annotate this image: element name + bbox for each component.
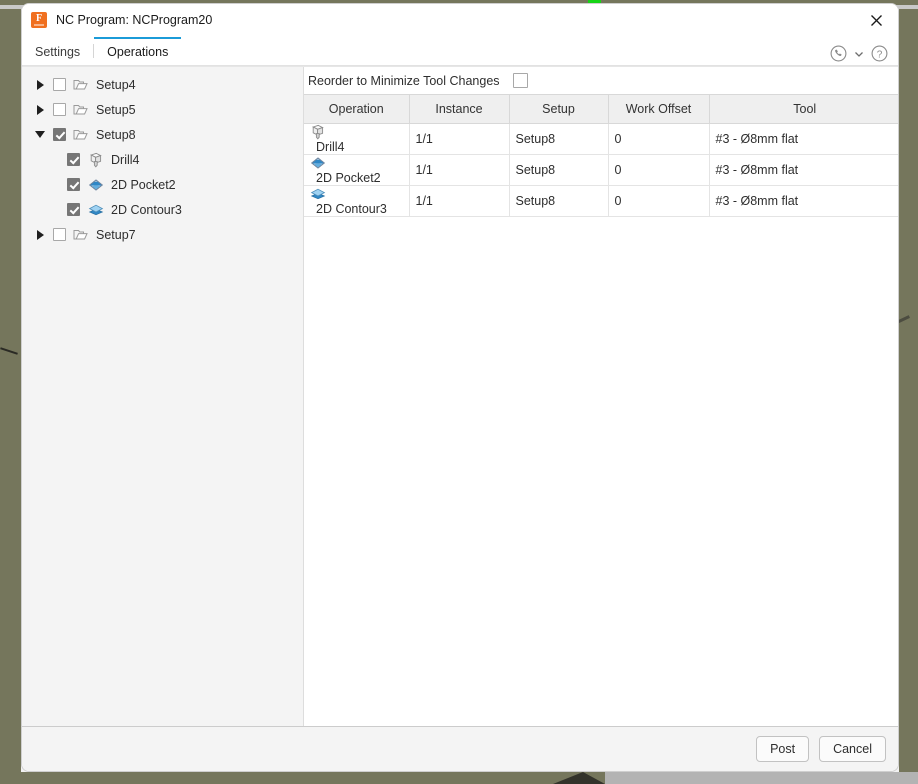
cell-operation: 2D Contour3 — [304, 185, 410, 217]
tab-strip: Settings Operations ? — [22, 36, 898, 66]
folder-icon — [73, 228, 89, 241]
post-button[interactable]: Post — [756, 736, 810, 762]
reorder-label: Reorder to Minimize Tool Changes — [308, 73, 500, 88]
tab-operations[interactable]: Operations — [94, 37, 182, 65]
chevron-down-icon[interactable] — [853, 48, 865, 60]
cell-setup: Setup8 — [509, 154, 609, 186]
tree-item-drill4[interactable]: Drill4 — [22, 147, 303, 172]
collapse-arrow-down-icon[interactable] — [32, 127, 48, 143]
cell-operation-label: 2D Pocket2 — [316, 171, 381, 185]
cell-operation-label: 2D Contour3 — [316, 202, 387, 216]
tree-item-setup5[interactable]: Setup5 — [22, 97, 303, 122]
table-row[interactable]: Drill4 1/1 Setup8 0 #3 - Ø8mm flat — [304, 123, 898, 155]
contour-icon — [88, 202, 104, 218]
expand-arrow-right-icon[interactable] — [32, 102, 48, 118]
cell-tool: #3 - Ø8mm flat — [709, 154, 898, 186]
cell-instance: 1/1 — [409, 154, 510, 186]
tree-checkbox[interactable] — [53, 228, 66, 241]
column-header-tool[interactable]: Tool — [709, 94, 898, 124]
close-icon — [870, 14, 882, 26]
tree-item-2d-pocket2[interactable]: 2D Pocket2 — [22, 172, 303, 197]
app-icon-letter: F — [35, 13, 43, 24]
close-button[interactable] — [854, 4, 898, 36]
cell-instance: 1/1 — [409, 123, 510, 155]
pocket-icon — [310, 155, 408, 171]
tree-checkbox[interactable] — [53, 128, 66, 141]
tab-settings[interactable]: Settings — [22, 37, 93, 65]
cell-instance: 1/1 — [409, 185, 510, 217]
cell-operation: 2D Pocket2 — [304, 154, 410, 186]
cell-operation-label: Drill4 — [316, 140, 345, 154]
desktop-background-left — [0, 0, 21, 784]
desktop-background-right — [899, 0, 918, 784]
contour-icon — [310, 186, 408, 202]
dialog-body: Setup4 Setup5 Setup8 Drill4 2D Pocket2 2… — [22, 66, 898, 726]
tree-item-label: 2D Contour3 — [111, 202, 182, 217]
desktop-dark-shape — [553, 772, 605, 784]
tree-item-label: 2D Pocket2 — [111, 177, 176, 192]
fusion-app-icon: F — [31, 12, 47, 28]
dialog-title: NC Program: NCProgram20 — [56, 13, 213, 27]
table-header-row: Operation Instance Setup Work Offset Too… — [304, 94, 898, 124]
cell-work-offset: 0 — [608, 123, 710, 155]
cell-tool: #3 - Ø8mm flat — [709, 123, 898, 155]
tree-checkbox[interactable] — [67, 178, 80, 191]
dialog-footer: Post Cancel — [22, 726, 898, 771]
tree-item-label: Setup5 — [96, 102, 136, 117]
help-icon[interactable]: ? — [871, 45, 888, 62]
drill-icon — [88, 152, 104, 168]
tab-operations-label: Operations — [107, 45, 169, 59]
cell-tool: #3 - Ø8mm flat — [709, 185, 898, 217]
operations-table-wrapper: Operation Instance Setup Work Offset Too… — [304, 94, 898, 726]
column-header-operation[interactable]: Operation — [304, 94, 410, 124]
pocket-icon — [88, 177, 104, 193]
folder-icon — [73, 103, 89, 116]
drill-icon — [310, 124, 408, 140]
tree-checkbox[interactable] — [67, 153, 80, 166]
tree-item-2d-contour3[interactable]: 2D Contour3 — [22, 197, 303, 222]
tree-item-setup7[interactable]: Setup7 — [22, 222, 303, 247]
cell-setup: Setup8 — [509, 185, 609, 217]
dialog-titlebar: F NC Program: NCProgram20 — [22, 4, 898, 36]
app-icon-base — [34, 24, 44, 26]
nc-program-dialog: F NC Program: NCProgram20 Settings Opera… — [21, 3, 899, 772]
folder-icon — [73, 128, 89, 141]
tree-item-label: Setup8 — [96, 127, 136, 142]
tree-item-label: Drill4 — [111, 152, 140, 167]
table-row[interactable]: 2D Contour3 1/1 Setup8 0 #3 - Ø8mm flat — [304, 185, 898, 217]
svg-text:?: ? — [877, 49, 883, 60]
operations-panel: Reorder to Minimize Tool Changes Operati… — [304, 67, 898, 726]
expand-arrow-right-icon[interactable] — [32, 227, 48, 243]
tree-checkbox[interactable] — [53, 103, 66, 116]
cell-setup: Setup8 — [509, 123, 609, 155]
tree-checkbox[interactable] — [53, 78, 66, 91]
cell-work-offset: 0 — [608, 185, 710, 217]
column-header-work-offset[interactable]: Work Offset — [608, 94, 710, 124]
cell-work-offset: 0 — [608, 154, 710, 186]
tab-settings-label: Settings — [35, 45, 81, 59]
setup-tree-panel: Setup4 Setup5 Setup8 Drill4 2D Pocket2 2… — [22, 67, 304, 726]
tree-item-setup8[interactable]: Setup8 — [22, 122, 303, 147]
cell-operation: Drill4 — [304, 123, 410, 155]
desktop-background-bottom-gray — [605, 772, 918, 784]
tree-item-label: Setup7 — [96, 227, 136, 242]
tree-checkbox[interactable] — [67, 203, 80, 216]
expand-arrow-right-icon[interactable] — [32, 77, 48, 93]
table-row[interactable]: 2D Pocket2 1/1 Setup8 0 #3 - Ø8mm flat — [304, 154, 898, 186]
tree-item-label: Setup4 — [96, 77, 136, 92]
folder-icon — [73, 78, 89, 91]
column-header-setup[interactable]: Setup — [509, 94, 609, 124]
call-support-icon[interactable] — [830, 45, 847, 62]
header-icon-group: ? — [830, 45, 888, 62]
tree-item-setup4[interactable]: Setup4 — [22, 72, 303, 97]
reorder-option-row: Reorder to Minimize Tool Changes — [304, 67, 898, 94]
column-header-instance[interactable]: Instance — [409, 94, 510, 124]
operations-table: Operation Instance Setup Work Offset Too… — [304, 94, 898, 217]
reorder-checkbox[interactable] — [512, 73, 528, 88]
cancel-button[interactable]: Cancel — [819, 736, 886, 762]
